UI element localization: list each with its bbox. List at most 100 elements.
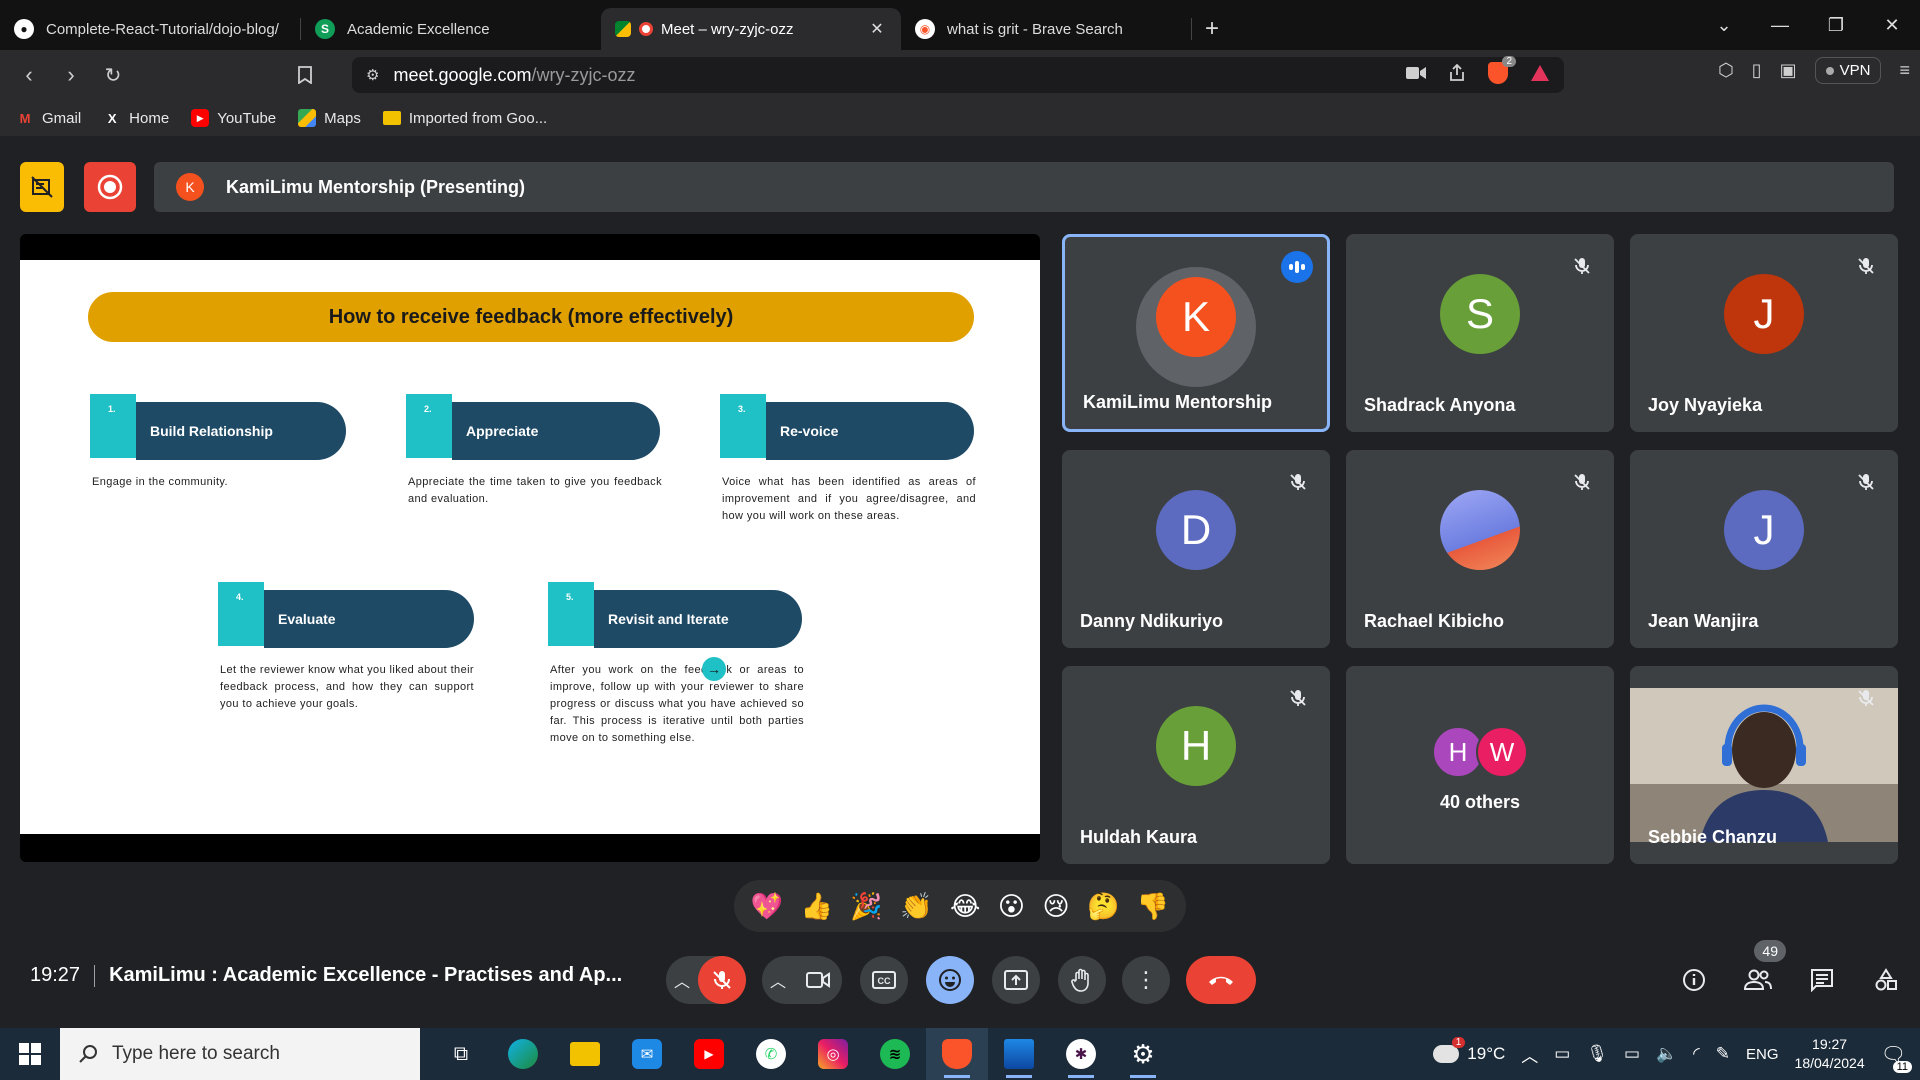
pen-icon[interactable]: ✎ xyxy=(1716,1044,1730,1064)
show-hidden-icons-chevron-icon[interactable]: ︿ xyxy=(1521,1042,1538,1067)
mic-control-group: ︿ xyxy=(666,956,746,1004)
participant-tile-kamilimu[interactable]: K KamiLimu Mentorship xyxy=(1062,234,1330,432)
camera-control-group: ︿ xyxy=(762,956,842,1004)
reaction-laughing[interactable]: 😂 xyxy=(950,891,980,922)
tab-github[interactable]: ● Complete-React-Tutorial/dojo-blog/ xyxy=(0,8,300,50)
step-description: After you work on the feedback or areas … xyxy=(550,664,804,744)
reaction-surprised[interactable]: 😮 xyxy=(998,891,1025,922)
audio-settings-chevron-icon[interactable]: ︿ xyxy=(666,956,698,1004)
tab-search-chevron-icon[interactable]: ⌄ xyxy=(1696,15,1752,36)
notifications-button[interactable]: 🗨 11 xyxy=(1881,1042,1912,1073)
taskbar-photos[interactable] xyxy=(988,1028,1050,1080)
vpn-button[interactable]: VPN xyxy=(1814,57,1882,84)
bookmark-gmail[interactable]: M Gmail xyxy=(16,109,82,127)
leave-call-button[interactable] xyxy=(1186,956,1256,1004)
camera-toggle-button[interactable] xyxy=(794,956,842,1004)
weather-widget[interactable]: 1 19°C xyxy=(1433,1037,1505,1064)
restore-icon[interactable]: ❐ xyxy=(1808,15,1864,36)
folder-icon xyxy=(382,111,401,125)
reaction-thinking[interactable]: 🤔 xyxy=(1087,891,1119,922)
back-button[interactable]: ‹ xyxy=(8,57,50,93)
taskbar-file-explorer[interactable] xyxy=(554,1028,616,1080)
new-tab-button[interactable]: + xyxy=(1192,8,1232,50)
participant-video-person xyxy=(1630,688,1898,842)
chat-button[interactable] xyxy=(1798,956,1846,1004)
reaction-clapping[interactable]: 👏 xyxy=(900,891,932,922)
taskbar-whatsapp[interactable]: ✆ xyxy=(740,1028,802,1080)
participant-tile-huldah[interactable]: H Huldah Kaura xyxy=(1062,666,1330,864)
participant-tile-joy[interactable]: J Joy Nyayieka xyxy=(1630,234,1898,432)
start-button[interactable] xyxy=(0,1028,60,1080)
participant-tile-jean[interactable]: J Jean Wanjira xyxy=(1630,450,1898,648)
minimize-icon[interactable]: — xyxy=(1752,15,1808,36)
reaction-party-popper[interactable]: 🎉 xyxy=(850,891,882,922)
tab-brave-search[interactable]: ◉ what is grit - Brave Search xyxy=(901,8,1191,50)
bookmark-imported-folder[interactable]: Imported from Goo... xyxy=(382,110,547,127)
bookmark-maps[interactable]: Maps xyxy=(298,109,361,127)
taskbar-youtube[interactable]: ▶ xyxy=(678,1028,740,1080)
reload-button[interactable]: ↻ xyxy=(92,57,134,93)
youtube-icon: ▶ xyxy=(191,109,210,127)
address-bar[interactable]: ⚙ meet.google.com /wry-zyjc-ozz 2 xyxy=(352,56,1564,93)
mic-toggle-button[interactable] xyxy=(698,956,746,1004)
taskbar-settings[interactable]: ⚙ xyxy=(1112,1028,1174,1080)
clock[interactable]: 19:27 18/04/2024 xyxy=(1795,1035,1865,1073)
wifi-icon[interactable]: ◜ xyxy=(1693,1044,1700,1064)
people-button[interactable]: 49 xyxy=(1734,940,1786,1004)
site-settings-icon[interactable]: ⚙ xyxy=(366,66,379,84)
camera-in-use-icon[interactable] xyxy=(1406,66,1426,80)
menu-icon[interactable]: ≡ xyxy=(1899,60,1910,81)
tab-title: Academic Excellence xyxy=(347,20,490,38)
input-language[interactable]: ENG xyxy=(1746,1046,1779,1063)
participant-tile-rachael[interactable]: Rachael Kibicho xyxy=(1346,450,1614,648)
more-options-button[interactable]: ⋮ xyxy=(1122,956,1170,1004)
reaction-sparkling-heart[interactable]: 💖 xyxy=(751,891,783,922)
wallet-icon[interactable]: ▣ xyxy=(1780,60,1797,81)
brave-icon xyxy=(942,1039,972,1069)
reaction-thumbs-down[interactable]: 👎 xyxy=(1137,891,1169,922)
taskbar-spotify[interactable]: ≋ xyxy=(864,1028,926,1080)
reload-icon: ↻ xyxy=(104,64,122,87)
close-tab-icon[interactable]: ✕ xyxy=(867,19,887,39)
volume-icon[interactable]: 🔈 xyxy=(1656,1044,1677,1064)
taskbar-instagram[interactable]: ◎ xyxy=(802,1028,864,1080)
participant-tile-sebbie[interactable]: Sebbie Chanzu xyxy=(1630,666,1898,864)
taskbar-edge[interactable] xyxy=(492,1028,554,1080)
weather-cloud-icon: 1 xyxy=(1433,1037,1466,1063)
taskbar-search-input[interactable]: Type here to search xyxy=(60,1028,420,1080)
battery-icon[interactable]: ▭ xyxy=(1624,1044,1640,1064)
share-icon[interactable] xyxy=(1448,64,1466,82)
taskbar-mail[interactable]: ✉ xyxy=(616,1028,678,1080)
bookmark-home[interactable]: X Home xyxy=(103,109,169,127)
taskbar-brave[interactable] xyxy=(926,1028,988,1080)
taskbar-slack[interactable]: ✱ xyxy=(1050,1028,1112,1080)
participant-tile-shadrack[interactable]: S Shadrack Anyona xyxy=(1346,234,1614,432)
tab-meet[interactable]: Meet – wry-zyjc-ozz ✕ xyxy=(601,8,901,50)
meeting-details-button[interactable] xyxy=(1670,956,1718,1004)
bookmark-button[interactable] xyxy=(284,57,326,93)
close-window-icon[interactable]: ✕ xyxy=(1864,15,1920,36)
participant-tile-danny[interactable]: D Danny Ndikuriyo xyxy=(1062,450,1330,648)
meet-share-tray-icon[interactable]: ▭ xyxy=(1554,1044,1570,1064)
activities-button[interactable] xyxy=(1862,956,1910,1004)
taskbar-task-view[interactable]: ⧉ xyxy=(430,1028,492,1080)
reaction-sad[interactable]: 😢 xyxy=(1042,891,1069,922)
people-count-badge: 49 xyxy=(1754,940,1786,962)
sidebar-icon[interactable]: ▯ xyxy=(1752,60,1762,81)
brave-shields-icon[interactable]: 2 xyxy=(1488,56,1516,84)
others-tile[interactable]: H W 40 others xyxy=(1346,666,1614,864)
forward-button[interactable]: › xyxy=(50,57,92,93)
microphone-icon[interactable]: 🎙 xyxy=(1586,1044,1608,1064)
extensions-icon[interactable]: ⬡ xyxy=(1718,60,1734,81)
present-screen-button[interactable] xyxy=(992,956,1040,1004)
reactions-button[interactable] xyxy=(926,956,974,1004)
captions-button[interactable]: CC xyxy=(860,956,908,1004)
bookmark-youtube[interactable]: ▶ YouTube xyxy=(191,109,276,127)
brave-rewards-icon[interactable] xyxy=(1530,64,1550,82)
reaction-thumbs-up[interactable]: 👍 xyxy=(801,891,833,922)
raise-hand-button[interactable] xyxy=(1058,956,1106,1004)
stop-captions-tool-button[interactable] xyxy=(20,162,64,212)
video-settings-chevron-icon[interactable]: ︿ xyxy=(762,956,794,1004)
recording-indicator-button[interactable] xyxy=(84,162,136,212)
tab-academic-excellence[interactable]: S Academic Excellence xyxy=(301,8,601,50)
